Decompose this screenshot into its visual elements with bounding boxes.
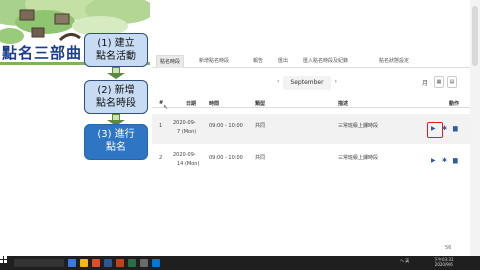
step-line: 點名	[106, 142, 126, 153]
header-actions: 動作	[449, 101, 460, 107]
row-type: 共同	[255, 155, 266, 161]
system-tray[interactable]: へ 英	[400, 258, 409, 264]
clock-date: 2020/9/6	[434, 262, 453, 267]
attendance-page: 點名時段 新增點名時段 報告 匯出 匯入點名時段及紀錄 點名狀態設定 ‹ Sep…	[152, 44, 470, 251]
step-create-activity: (1) 建立 點名活動	[84, 33, 148, 67]
app-icon[interactable]	[140, 259, 148, 267]
taskbar-search-box[interactable]	[14, 259, 64, 267]
tab-export[interactable]: 匯出	[275, 55, 291, 68]
table-row: 2 2020-09- 14 (Mon) 09:00 - 10:00 共同 三常班…	[152, 146, 470, 176]
step-add-session: (2) 新增 點名時段	[84, 80, 148, 114]
play-icon[interactable]: ▶	[431, 157, 436, 164]
month-label: September	[283, 76, 331, 90]
scrollbar-thumb[interactable]	[472, 6, 478, 66]
word-icon[interactable]	[104, 259, 112, 267]
header-type: 類型	[255, 101, 266, 107]
header-time: 時間	[209, 101, 220, 107]
tab-add-session[interactable]: 新增點名時段	[196, 55, 232, 68]
chevron-right-icon[interactable]: ›	[335, 78, 337, 85]
taskbar: へ 英 下午03:31 2020/9/6	[0, 256, 480, 270]
step-line: (1) 建立	[97, 38, 135, 49]
calendar-list-icon[interactable]: ▤	[447, 76, 457, 88]
excel-icon[interactable]	[128, 259, 136, 267]
tab-status-settings[interactable]: 點名狀態設定	[376, 55, 412, 68]
step-line: 點名時段	[96, 98, 136, 109]
row-date-day: 7 (Mon)	[177, 129, 197, 135]
row-description: 三常班級上課時段	[338, 123, 379, 129]
header-description: 描述	[338, 101, 349, 107]
trash-icon[interactable]: ▆	[453, 125, 458, 132]
chrome-icon[interactable]	[92, 259, 100, 267]
tab-import[interactable]: 匯入點名時段及紀錄	[300, 55, 351, 68]
corner-number: 56	[445, 245, 452, 251]
calendar-week-icon[interactable]: ▦	[434, 76, 444, 88]
row-time: 09:00 - 10:00	[209, 155, 243, 161]
view-label-month[interactable]: 月	[422, 78, 428, 87]
step-line: 點名活動	[96, 51, 136, 62]
step-take-attendance: (3) 進行 點名	[84, 124, 148, 160]
windows-start-icon[interactable]	[0, 256, 8, 264]
tab-report[interactable]: 報告	[250, 55, 266, 68]
chevron-left-icon[interactable]: ‹	[277, 78, 279, 85]
header-date: 日期	[186, 101, 197, 107]
step-line: (2) 新增	[97, 85, 135, 96]
slide-title: 點名三部曲	[2, 44, 83, 62]
tab-sessions[interactable]: 點名時段	[156, 55, 185, 68]
step-line: (3) 進行	[97, 129, 135, 140]
row-type: 共同	[255, 123, 266, 129]
attendance-tabs: 點名時段 新增點名時段 報告 匯出 匯入點名時段及紀錄 點名狀態設定	[152, 54, 470, 68]
task-view-icon[interactable]	[68, 259, 76, 267]
mouse-cursor-icon: ↖	[163, 104, 169, 111]
gear-icon[interactable]: ✱	[442, 157, 447, 164]
edge-icon[interactable]	[152, 259, 160, 267]
row-num: 1	[159, 123, 163, 129]
file-explorer-icon[interactable]	[80, 259, 88, 267]
trash-icon[interactable]: ▆	[453, 157, 458, 164]
month-navigator: ‹ September ›	[277, 76, 337, 90]
row-time: 09:00 - 10:00	[209, 123, 243, 129]
table-row: 1 2020-09- 7 (Mon) 09:00 - 10:00 共同 三常班級…	[152, 114, 470, 144]
row-description: 三常班級上課時段	[338, 155, 379, 161]
play-highlight-box	[427, 122, 443, 138]
powerpoint-icon[interactable]	[116, 259, 124, 267]
taskbar-clock[interactable]: 下午03:31 2020/9/6	[434, 257, 454, 267]
row-date-day: 14 (Mon)	[177, 161, 200, 167]
table-header: # 日期 時間 類型 描述 動作	[152, 98, 470, 108]
row-date: 2020-09-	[173, 120, 196, 126]
row-num: 2	[159, 155, 163, 161]
page-scrollbar[interactable]	[470, 0, 480, 256]
down-arrow-icon	[107, 67, 125, 80]
row-date: 2020-09-	[173, 152, 196, 158]
screen: 點名三部曲 (1) 建立 點名活動 (2) 新增 點名時段 (3) 進行 點名 …	[0, 0, 480, 270]
